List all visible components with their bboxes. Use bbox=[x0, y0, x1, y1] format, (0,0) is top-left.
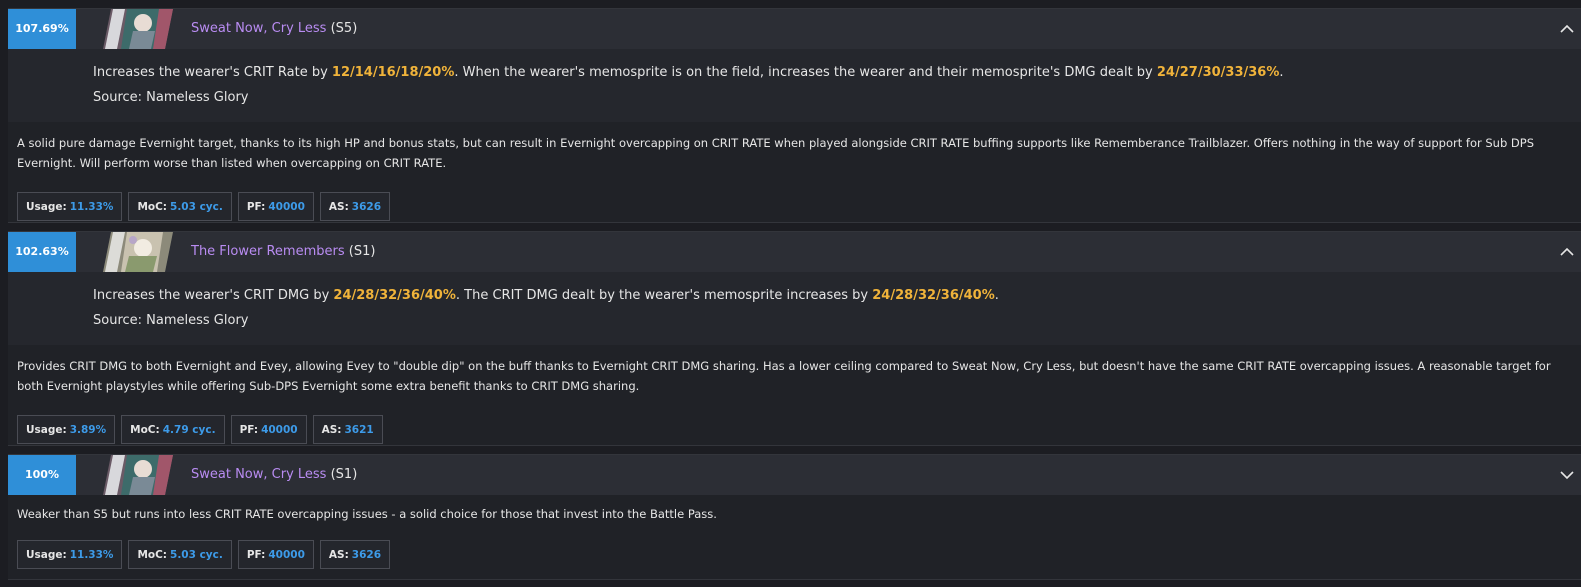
stats-row: Usage: 3.89% MoC: 4.79 cyc. PF: 40000 AS: 36… bbox=[8, 406, 1581, 444]
chevron-up-icon[interactable] bbox=[1559, 244, 1575, 260]
superimposition-label: (S1) bbox=[330, 467, 358, 482]
stat-as: AS: 3621 bbox=[312, 415, 383, 444]
comment-text: A solid pure damage Evernight target, th… bbox=[17, 136, 1535, 170]
light-cone-name[interactable]: Sweat Now, Cry Less bbox=[191, 21, 326, 36]
comment-text: Provides CRIT DMG to both Evernight and … bbox=[17, 359, 1551, 393]
stat-usage: Usage: 11.33% bbox=[17, 540, 123, 569]
stat-usage: Usage: 3.89% bbox=[17, 415, 116, 444]
effect-panel: Increases the wearer's CRIT DMG by 24/28… bbox=[8, 272, 1581, 345]
light-cone-name[interactable]: Sweat Now, Cry Less bbox=[191, 467, 326, 482]
effect-panel: Increases the wearer's CRIT Rate by 12/1… bbox=[8, 49, 1581, 122]
light-cone-name[interactable]: The Flower Remembers bbox=[191, 244, 345, 259]
card-header[interactable]: 102.63% The Flower Remembers (S1) bbox=[8, 232, 1581, 345]
light-cone-card: 107.69% Sweat Now, Cry Less (S5) Increas… bbox=[8, 8, 1581, 223]
source-text: Source: Nameless Glory bbox=[93, 90, 249, 105]
score-badge: 100% bbox=[8, 455, 76, 495]
stat-as: AS: 3626 bbox=[319, 540, 391, 569]
stat-as: AS: 3626 bbox=[319, 192, 391, 221]
stat-pf: PF: 40000 bbox=[237, 192, 314, 221]
comment-text: Weaker than S5 but runs into less CRIT R… bbox=[17, 507, 717, 521]
stat-pf: PF: 40000 bbox=[237, 540, 314, 569]
card-header[interactable]: 100% Sweat Now, Cry Less (S1) bbox=[8, 455, 1581, 495]
light-cone-title[interactable]: Sweat Now, Cry Less (S1) bbox=[191, 467, 357, 482]
chevron-up-icon[interactable] bbox=[1559, 21, 1575, 37]
stat-pf: PF: 40000 bbox=[230, 415, 307, 444]
light-cone-title[interactable]: Sweat Now, Cry Less (S5) bbox=[191, 21, 357, 36]
card-header[interactable]: 107.69% Sweat Now, Cry Less (S5) bbox=[8, 9, 1581, 122]
source-text: Source: Nameless Glory bbox=[93, 313, 249, 328]
superimposition-label: (S5) bbox=[330, 21, 358, 36]
effect-text: Increases the wearer's CRIT Rate by 12/1… bbox=[93, 65, 1284, 80]
light-cone-thumbnail bbox=[99, 9, 173, 49]
stat-usage: Usage: 11.33% bbox=[17, 192, 123, 221]
stats-row: Usage: 11.33% MoC: 5.03 cyc. PF: 40000 AS: 3… bbox=[8, 183, 1581, 221]
chevron-down-icon[interactable] bbox=[1559, 467, 1575, 483]
light-cone-thumbnail bbox=[99, 455, 173, 495]
stat-moc: MoC: 5.03 cyc. bbox=[128, 192, 232, 221]
superimposition-label: (S1) bbox=[348, 244, 376, 259]
light-cone-card: 102.63% The Flower Remembers (S1) Increa… bbox=[8, 231, 1581, 446]
stat-moc: MoC: 4.79 cyc. bbox=[121, 415, 225, 444]
stat-moc: MoC: 5.03 cyc. bbox=[128, 540, 232, 569]
light-cone-thumbnail bbox=[99, 232, 173, 272]
light-cone-title[interactable]: The Flower Remembers (S1) bbox=[191, 244, 375, 259]
effect-text: Increases the wearer's CRIT DMG by 24/28… bbox=[93, 288, 999, 303]
light-cone-card: 100% Sweat Now, Cry Less (S1) Weaker tha… bbox=[8, 454, 1581, 580]
stats-row: Usage: 11.33% MoC: 5.03 cyc. PF: 40000 AS: 3… bbox=[8, 538, 1581, 569]
